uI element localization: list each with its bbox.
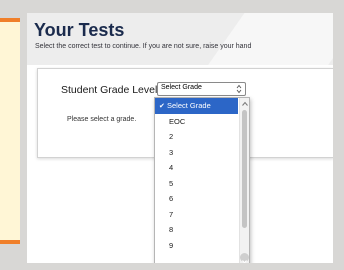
header-decoration <box>195 13 333 65</box>
dropdown-option[interactable]: ✔ Select Grade <box>155 98 238 114</box>
dropdown-option[interactable]: 8 <box>155 222 238 238</box>
select-arrows-icon <box>236 84 242 94</box>
dropdown-option[interactable]: 9 <box>155 238 238 254</box>
checkmark-icon: ✔ <box>159 103 165 110</box>
background-card <box>0 18 20 244</box>
dropdown-list: ✔ Select Grade EOC 2 3 4 5 6 7 8 9 <box>155 98 238 253</box>
grade-select[interactable]: Select Grade <box>157 82 246 96</box>
dropdown-option-label: 2 <box>169 132 174 141</box>
dropdown-option-label: 9 <box>169 240 174 250</box>
dropdown-option-label: 6 <box>169 194 174 203</box>
grade-label: Student Grade Level: <box>61 84 161 96</box>
grade-select-value: Select Grade <box>161 84 202 91</box>
chevron-down-icon <box>242 260 247 263</box>
dropdown-option[interactable]: 2 <box>155 129 238 145</box>
dropdown-option[interactable]: 5 <box>155 176 238 192</box>
page-subtitle: Select the correct test to continue. If … <box>35 43 252 50</box>
dropdown-option-label: 5 <box>169 178 174 188</box>
dropdown-scrollbar[interactable] <box>239 98 249 263</box>
dropdown-option-label: 8 <box>169 225 174 234</box>
dropdown-option-label: Select Grade <box>167 101 211 110</box>
dropdown-option-label: 7 <box>169 209 174 219</box>
page-title: Your Tests <box>34 20 125 40</box>
dropdown-option-label: 3 <box>169 147 174 157</box>
dropdown-option-label: 4 <box>169 163 174 172</box>
grade-message: Please select a grade. <box>67 116 137 123</box>
screenshot-frame: Your Tests Select the correct test to co… <box>27 13 333 263</box>
scrollbar-thumb[interactable] <box>242 110 247 228</box>
dropdown-option[interactable]: 3 <box>155 145 238 161</box>
grade-dropdown[interactable]: ✔ Select Grade EOC 2 3 4 5 6 7 8 9 <box>154 97 250 263</box>
page-header: Your Tests Select the correct test to co… <box>27 13 333 65</box>
dropdown-option[interactable]: EOC <box>155 114 238 130</box>
dropdown-option[interactable]: 6 <box>155 191 238 207</box>
dropdown-option-label: EOC <box>169 116 186 126</box>
dropdown-option[interactable]: 4 <box>155 160 238 176</box>
dropdown-option[interactable]: 7 <box>155 207 238 223</box>
scroll-down-button[interactable] <box>240 253 249 263</box>
chevron-up-icon[interactable] <box>241 100 249 108</box>
